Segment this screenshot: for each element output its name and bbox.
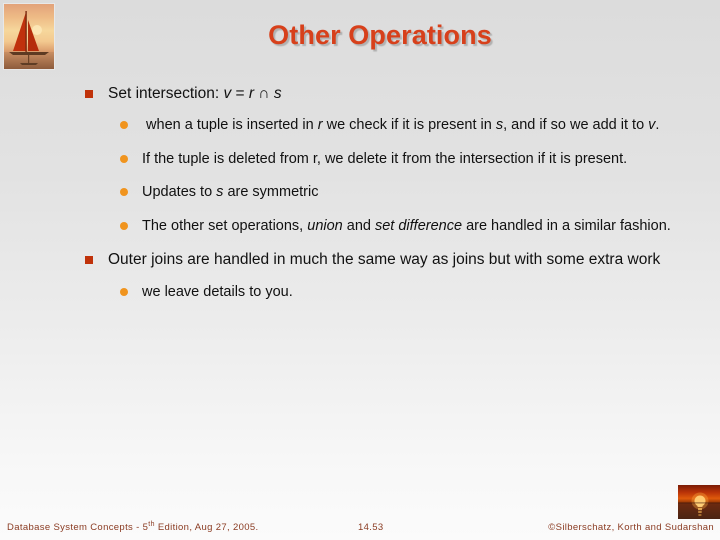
bullet-outer-joins: Outer joins are handled in much the same… <box>78 250 692 270</box>
bullet-other-set-operations: The other set operations, union and set … <box>110 217 692 236</box>
sailboat-photo <box>3 3 55 70</box>
slide-canvas: Other Operations Set intersection: v = r… <box>0 0 720 540</box>
round-bullet-icon <box>120 188 128 197</box>
round-bullet-icon <box>120 121 128 130</box>
bullet-updates-symmetric: Updates to s are symmetric <box>110 183 692 202</box>
bullet-text: Updates to s are symmetric <box>142 184 319 201</box>
bullet-text: The other set operations, union and set … <box>142 217 671 234</box>
bullet-insert-rule: when a tuple is inserted in r we check i… <box>110 116 692 135</box>
bullet-leave-details: we leave details to you. <box>110 283 692 302</box>
round-bullet-icon <box>120 154 128 163</box>
sunset-photo <box>678 485 720 519</box>
bullet-text: If the tuple is deleted from r, we delet… <box>142 150 628 167</box>
bullet-text: Outer joins are handled in much the same… <box>108 251 661 269</box>
bullet-text: Set intersection: v = r ∩ s <box>108 85 282 102</box>
sailboat-image <box>4 4 54 69</box>
square-bullet-icon <box>85 90 93 98</box>
bullet-delete-rule: If the tuple is deleted from r, we delet… <box>110 150 692 169</box>
sub-bullet-group-intersection: when a tuple is inserted in r we check i… <box>78 116 692 236</box>
page-title: Other Operations <box>268 20 492 50</box>
footer-source-prefix: Database System Concepts - 5 <box>7 522 149 533</box>
footer-source: Database System Concepts - 5th Edition, … <box>7 521 258 533</box>
bullet-set-intersection: Set intersection: v = r ∩ s <box>78 84 692 104</box>
square-bullet-icon <box>85 256 93 265</box>
bullet-text: when a tuple is inserted in r we check i… <box>142 117 660 134</box>
sunset-image <box>678 485 720 519</box>
slide-number: 14.53 <box>358 522 384 533</box>
slide-body: Set intersection: v = r ∩ s when a tuple… <box>78 84 692 316</box>
footer-copyright: ©Silberschatz, Korth and Sudarshan <box>548 522 714 533</box>
sub-bullet-group-outer-joins: we leave details to you. <box>78 283 692 302</box>
bullet-text: we leave details to you. <box>142 283 293 300</box>
footer-source-suffix: Edition, Aug 27, 2005. <box>154 522 259 533</box>
round-bullet-icon <box>120 221 128 230</box>
round-bullet-icon <box>120 287 128 296</box>
